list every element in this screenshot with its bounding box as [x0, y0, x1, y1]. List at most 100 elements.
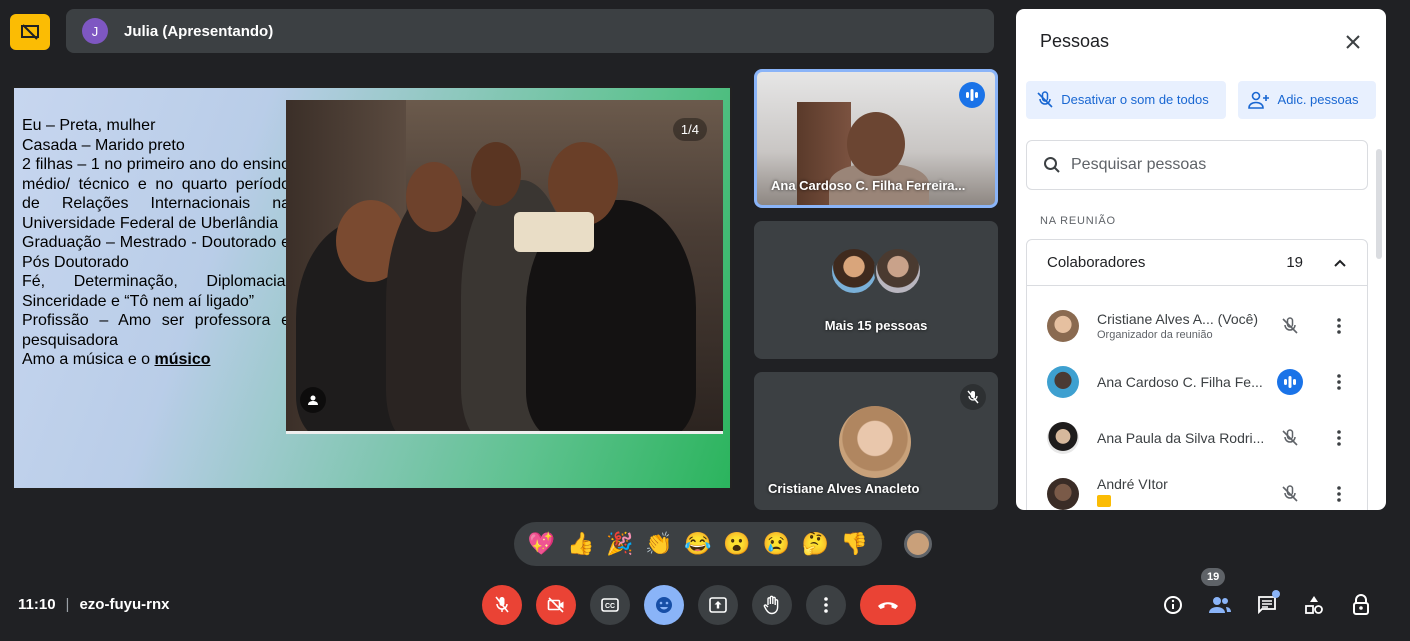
more-vert-icon[interactable] [1329, 425, 1349, 451]
host-controls-button[interactable] [1346, 590, 1376, 620]
reaction-thumbs-up[interactable]: 👍 [567, 533, 594, 555]
panel-scrollbar[interactable] [1376, 149, 1382, 259]
reaction-sad[interactable]: 😢 [763, 533, 790, 555]
search-icon [1044, 157, 1060, 173]
mute-all-button[interactable]: Desativar o som de todos [1026, 81, 1226, 119]
participant-text: Ana Paula da Silva Rodri... [1097, 430, 1269, 446]
leave-call-button[interactable] [860, 585, 916, 625]
emoji-reactions-button[interactable] [644, 585, 684, 625]
raise-hand-button[interactable] [752, 585, 792, 625]
reaction-party[interactable]: 🎉 [606, 533, 633, 555]
photo-face [406, 162, 462, 232]
more-vert-icon[interactable] [1329, 481, 1349, 507]
photo-face [471, 142, 521, 206]
speaking-indicator-icon [1277, 369, 1303, 395]
mic-toggle-button[interactable] [482, 585, 522, 625]
present-screen-button[interactable] [698, 585, 738, 625]
chat-icon [1258, 596, 1276, 615]
reaction-laugh[interactable]: 😂 [684, 533, 711, 555]
tile-name: Mais 15 pessoas [824, 318, 928, 333]
participant-name: Cristiane Alves A... (Você) [1097, 311, 1259, 327]
shapes-icon [1305, 596, 1323, 614]
shared-slide: Eu – Preta, mulher Casada – Marido preto… [12, 86, 732, 490]
participant-tile[interactable]: Cristiane Alves Anacleto [754, 372, 998, 510]
more-vert-icon[interactable] [1329, 369, 1349, 395]
reaction-surprised[interactable]: 😮 [723, 533, 750, 555]
chat-button[interactable] [1252, 590, 1282, 620]
slide-last-prefix: Amo a música e o [22, 351, 155, 368]
mic-off-icon [1277, 481, 1303, 507]
slide-line: Graduação – Mestrado - Doutorado e Pós D… [22, 234, 290, 271]
captions-button[interactable]: CC [590, 585, 630, 625]
chevron-up-icon [1334, 259, 1346, 267]
participant-text: André VItor [1097, 476, 1269, 510]
participant-text: Cristiane Alves A... (Você) Organizador … [1097, 311, 1269, 341]
slide-text: Eu – Preta, mulher Casada – Marido preto… [22, 116, 290, 370]
slide-line: Profissão – Amo ser professora e pesquis… [22, 312, 290, 349]
meet-window: J Julia (Apresentando) Eu – Preta, mulhe… [0, 0, 1410, 641]
avatar [1047, 310, 1079, 342]
slide-line: 2 filhas – 1 no primeiro ano do ensino m… [22, 156, 290, 232]
svg-text:CC: CC [605, 603, 615, 610]
slide-line-last: Amo a música e o músico [22, 350, 290, 370]
reaction-clap[interactable]: 👏 [645, 533, 672, 555]
family-photo: 1/4 [286, 100, 723, 434]
reactions-bar: 💖 👍 🎉 👏 😂 😮 😢 🤔 👎 [514, 522, 882, 566]
slide-line: Fé, Determinação, Diplomacia, Sinceridad… [22, 273, 290, 310]
mic-off-icon [1277, 313, 1303, 339]
search-input[interactable] [1071, 156, 1351, 174]
activities-button[interactable] [1299, 590, 1329, 620]
group-header[interactable]: Colaboradores 19 [1027, 240, 1367, 286]
phone [514, 212, 594, 252]
add-person-icon [1248, 91, 1269, 109]
meeting-info: 11:10 | ezo-fuyu-rnx [18, 596, 169, 613]
collaborators-group: Colaboradores 19 Cristiane Alves A... (V… [1026, 239, 1368, 510]
group-title: Colaboradores [1047, 254, 1146, 271]
tile-name: Ana Cardoso C. Filha Ferreira... [771, 178, 966, 193]
person-icon [300, 387, 326, 413]
camera-toggle-button[interactable] [536, 585, 576, 625]
participant-row[interactable]: Ana Paula da Silva Rodri... [1027, 410, 1367, 466]
people-button[interactable]: 19 [1201, 568, 1235, 620]
add-people-button[interactable]: Adic. pessoas [1238, 81, 1376, 119]
search-field[interactable] [1026, 140, 1368, 190]
avatar [1047, 478, 1079, 510]
add-people-label: Adic. pessoas [1277, 92, 1359, 107]
participant-name: Ana Cardoso C. Filha Fe... [1097, 374, 1263, 390]
participant-row[interactable]: André VItor [1027, 466, 1367, 510]
avatar [830, 247, 878, 295]
reaction-thinking[interactable]: 🤔 [802, 533, 829, 555]
tile-name: Cristiane Alves Anacleto [768, 481, 920, 496]
participant-row[interactable]: Cristiane Alves A... (Você) Organizador … [1027, 298, 1367, 354]
skin-tone-picker[interactable] [904, 530, 932, 558]
slide-line: Eu – Preta, mulher [22, 117, 156, 134]
meeting-code: ezo-fuyu-rnx [79, 596, 170, 613]
participant-text: Ana Cardoso C. Filha Fe... [1097, 374, 1269, 390]
section-label: NA REUNIÃO [1040, 215, 1116, 227]
reaction-heart[interactable]: 💖 [528, 533, 555, 555]
more-participants-tile[interactable]: Mais 15 pessoas [754, 221, 998, 359]
participant-face [847, 112, 905, 176]
clock-time: 11:10 [18, 596, 56, 613]
slide-last-emphasis: músico [154, 351, 211, 368]
close-icon[interactable] [1338, 27, 1368, 57]
participant-row[interactable]: Ana Cardoso C. Filha Fe... [1027, 354, 1367, 410]
meeting-tools: 19 [1158, 568, 1393, 620]
meeting-details-button[interactable] [1158, 590, 1188, 620]
participant-count-badge: 19 [1201, 568, 1226, 586]
participant-role: Organizador da reunião [1097, 329, 1213, 341]
presentation-icon[interactable] [10, 14, 50, 50]
avatar [839, 406, 911, 478]
mute-all-label: Desativar o som de todos [1061, 92, 1209, 107]
people-icon [1209, 597, 1231, 613]
photo-counter: 1/4 [672, 118, 707, 141]
mic-off-icon [960, 384, 986, 410]
presenter-label: Julia (Apresentando) [124, 22, 274, 40]
participant-tile-speaking[interactable]: Ana Cardoso C. Filha Ferreira... [754, 69, 998, 208]
more-options-button[interactable] [806, 585, 846, 625]
unread-dot [1272, 590, 1280, 598]
more-vert-icon[interactable] [1329, 313, 1349, 339]
reaction-thumbs-down[interactable]: 👎 [841, 533, 868, 555]
mic-off-icon [1037, 91, 1053, 108]
participant-name: Ana Paula da Silva Rodri... [1097, 430, 1265, 446]
